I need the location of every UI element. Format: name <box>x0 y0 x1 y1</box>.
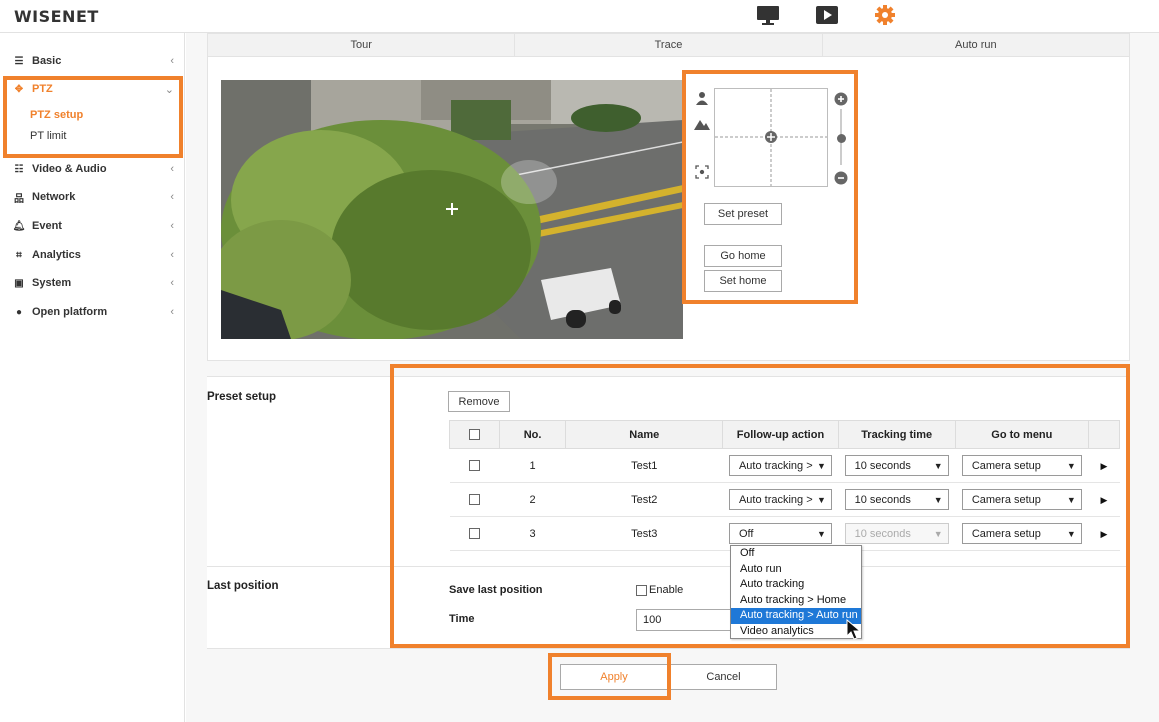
platform-icon: ● <box>15 306 23 318</box>
tab-tour[interactable]: Tour <box>208 34 516 56</box>
chevron-left-icon: ‹ <box>170 249 174 261</box>
sidebar-item-label: Event <box>32 220 62 232</box>
footer-divider <box>207 648 1130 649</box>
monitor-icon[interactable] <box>755 4 781 26</box>
wisenet-logo: WISENET <box>14 7 99 26</box>
sidebar-item-event[interactable]: 🔔︎ Event ‹ <box>0 212 184 240</box>
sidebar-item-label: Video & Audio <box>32 163 107 175</box>
analytics-icon: ⌗ <box>16 249 22 261</box>
tab-bar: Tour Trace Auto run <box>207 33 1130 57</box>
bell-icon: 🔔︎ <box>12 220 26 232</box>
sidebar-item-label: Network <box>32 191 76 203</box>
sidebar-item-video-audio[interactable]: ☷ Video & Audio ‹ <box>0 155 184 183</box>
highlight-ptz-menu <box>3 76 183 158</box>
chevron-left-icon: ‹ <box>170 163 174 175</box>
sidebar-item-label: System <box>32 277 72 289</box>
camera-live-view[interactable] <box>221 80 683 339</box>
list-icon: ☰ <box>14 55 24 67</box>
tab-trace[interactable]: Trace <box>515 34 823 56</box>
highlight-preset-section <box>390 364 1130 648</box>
chevron-left-icon: ‹ <box>170 306 174 318</box>
network-icon: 品 <box>14 193 24 205</box>
preset-setup-label: Preset setup <box>207 391 277 403</box>
chevron-left-icon: ‹ <box>170 191 174 203</box>
sliders-icon: ☷ <box>14 163 24 175</box>
sidebar-item-open-platform[interactable]: ● Open platform ‹ <box>0 298 184 326</box>
sidebar-item-label: Analytics <box>32 249 81 261</box>
last-position-label: Last position <box>207 580 279 592</box>
gear-icon[interactable] <box>872 4 898 26</box>
chevron-left-icon: ‹ <box>170 55 174 67</box>
sidebar-item-label: Basic <box>32 55 62 67</box>
sidebar-item-basic[interactable]: ☰ Basic ‹ <box>0 47 184 75</box>
system-icon: ▣ <box>14 277 24 289</box>
sidebar-item-system[interactable]: ▣ System ‹ <box>0 269 184 297</box>
tab-auto-run[interactable]: Auto run <box>823 34 1129 56</box>
cancel-button[interactable]: Cancel <box>670 664 777 690</box>
highlight-ptz-controls <box>682 70 858 304</box>
chevron-left-icon: ‹ <box>170 277 174 289</box>
chevron-left-icon: ‹ <box>170 220 174 232</box>
sidebar-item-label: Open platform <box>32 306 108 318</box>
play-icon[interactable] <box>814 4 840 26</box>
highlight-apply-button <box>548 653 671 700</box>
sidebar-item-analytics[interactable]: ⌗ Analytics ‹ <box>0 241 184 269</box>
top-bar <box>0 0 1159 33</box>
sidebar-item-network[interactable]: 品 Network ‹ <box>0 183 184 211</box>
